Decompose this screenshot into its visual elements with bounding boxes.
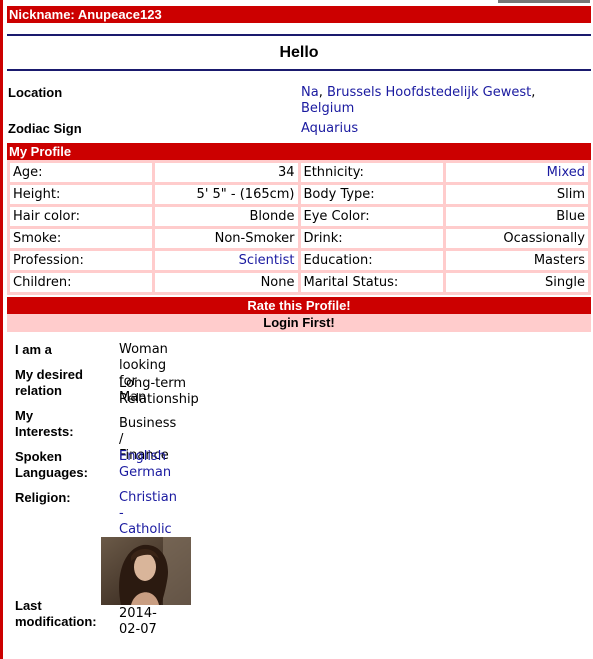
profile-value: Non-Smoker — [155, 229, 298, 248]
profile-row: Hair color: Blonde Eye Color: Blue — [10, 207, 588, 226]
rate-profile-bar: Rate this Profile! — [7, 297, 591, 314]
location-region-link[interactable]: Brussels Hoofdstedelijk Gewest — [327, 85, 531, 100]
profile-value: 34 — [155, 163, 298, 182]
profile-label: Children: — [10, 273, 153, 292]
profile-value: Single — [445, 273, 588, 292]
interests-label: My Interests: — [15, 408, 74, 439]
profile-label: Education: — [300, 251, 443, 270]
profile-table: Age: 34 Ethnicity: Mixed Height: 5' 5" - (165… — [7, 160, 591, 295]
language-english-link[interactable]: English — [119, 449, 166, 464]
profile-row: Children: None Marital Status: Single — [10, 273, 588, 292]
location-label: Location — [8, 85, 63, 100]
profile-label: Hair color: — [10, 207, 153, 226]
profile-value-link[interactable]: Scientist — [155, 251, 298, 270]
last-modification-value: 2014-02-07 — [119, 606, 157, 637]
profile-value: None — [155, 273, 298, 292]
profile-row: Smoke: Non-Smoker Drink: Ocassionally — [10, 229, 588, 248]
languages-label: Spoken Languages: — [15, 449, 88, 480]
zodiac-label: Zodiac Sign — [8, 121, 82, 136]
languages-value: English German — [119, 449, 171, 481]
nickname-bar: Nickname: Anupeace123 — [7, 6, 591, 23]
profile-label: Ethnicity: — [300, 163, 443, 182]
profile-value: Blue — [445, 207, 588, 226]
profile-label: Eye Color: — [300, 207, 443, 226]
profile-row: Profession: Scientist Education: Masters — [10, 251, 588, 270]
profile-container: Nickname: Anupeace123 Hello Location Na,… — [7, 6, 591, 637]
zodiac-link[interactable]: Aquarius — [301, 121, 358, 137]
religion-link[interactable]: Christian - Catholic — [119, 490, 177, 538]
greeting-title: Hello — [7, 34, 591, 71]
top-image-edge — [498, 0, 590, 3]
profile-label: Drink: — [300, 229, 443, 248]
profile-value: Masters — [445, 251, 588, 270]
profile-value: Ocassionally — [445, 229, 588, 248]
desired-value: Long-term Relationship — [119, 376, 199, 407]
profile-value-link[interactable]: Mixed — [445, 163, 588, 182]
profile-label: Smoke: — [10, 229, 153, 248]
left-border — [0, 0, 3, 659]
location-zodiac-block: Location Na, Brussels Hoofdstedelijk Gew… — [7, 72, 591, 140]
profile-photo[interactable] — [101, 537, 191, 605]
profile-label: Height: — [10, 185, 153, 204]
i-am-label: I am a — [15, 342, 52, 357]
desired-label: My desired relation — [15, 367, 83, 398]
profile-value: Slim — [445, 185, 588, 204]
profile-label: Marital Status: — [300, 273, 443, 292]
profile-value: Blonde — [155, 207, 298, 226]
language-german-link[interactable]: German — [119, 465, 171, 480]
location-value: Na, Brussels Hoofdstedelijk Gewest, Belg… — [301, 85, 536, 116]
profile-label: Age: — [10, 163, 153, 182]
location-city-link[interactable]: Na — [301, 85, 319, 100]
profile-photo-image — [101, 537, 191, 605]
my-profile-bar: My Profile — [7, 143, 591, 160]
profile-value: 5' 5" - (165cm) — [155, 185, 298, 204]
religion-label: Religion: — [15, 490, 71, 505]
location-country-link[interactable]: Belgium — [301, 101, 354, 116]
login-first-link[interactable]: Login First! — [7, 314, 591, 332]
profile-label: Body Type: — [300, 185, 443, 204]
profile-label: Profession: — [10, 251, 153, 270]
profile-row: Height: 5' 5" - (165cm) Body Type: Slim — [10, 185, 588, 204]
profile-row: Age: 34 Ethnicity: Mixed — [10, 163, 588, 182]
